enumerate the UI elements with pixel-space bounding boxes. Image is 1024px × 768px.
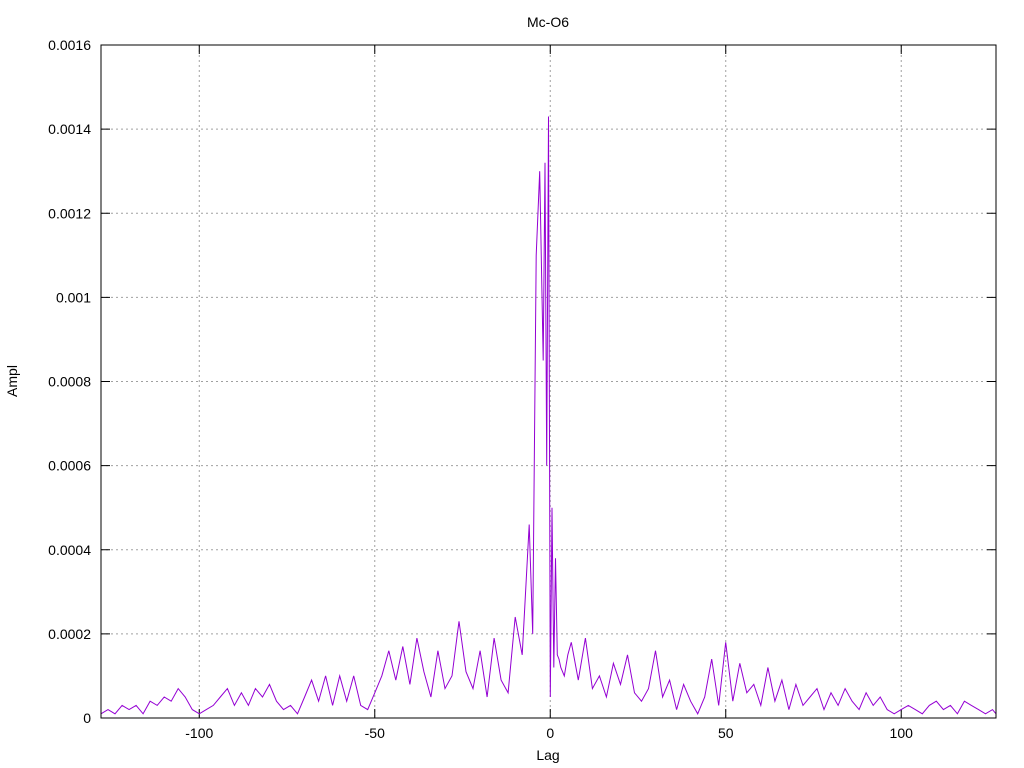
x-tick-label: 50: [718, 725, 734, 741]
y-tick-label: 0.0008: [48, 374, 91, 390]
y-tick-label: 0.001: [56, 289, 91, 305]
y-tick-label: 0.0014: [48, 121, 91, 137]
chart: 0 0.0002 0.0004 0.0006 0.0008 0.001 0.0012 0.00…: [0, 0, 1024, 768]
y-tick-label: 0.0012: [48, 205, 91, 221]
y-tick-label: 0.0006: [48, 458, 91, 474]
x-axis-label: Lag: [536, 747, 559, 763]
x-tick-label: -100: [185, 725, 213, 741]
x-tick-label: 0: [546, 725, 554, 741]
y-axis-label: Ampl: [4, 365, 20, 397]
x-tick-label: 100: [890, 725, 914, 741]
y-tick-label: 0.0004: [48, 542, 91, 558]
y-tick-label: 0: [83, 710, 91, 726]
chart-title: Mc-O6: [527, 14, 569, 30]
x-tick-label: -50: [365, 725, 385, 741]
y-tick-label: 0.0002: [48, 626, 91, 642]
y-tick-label: 0.0016: [48, 37, 91, 53]
